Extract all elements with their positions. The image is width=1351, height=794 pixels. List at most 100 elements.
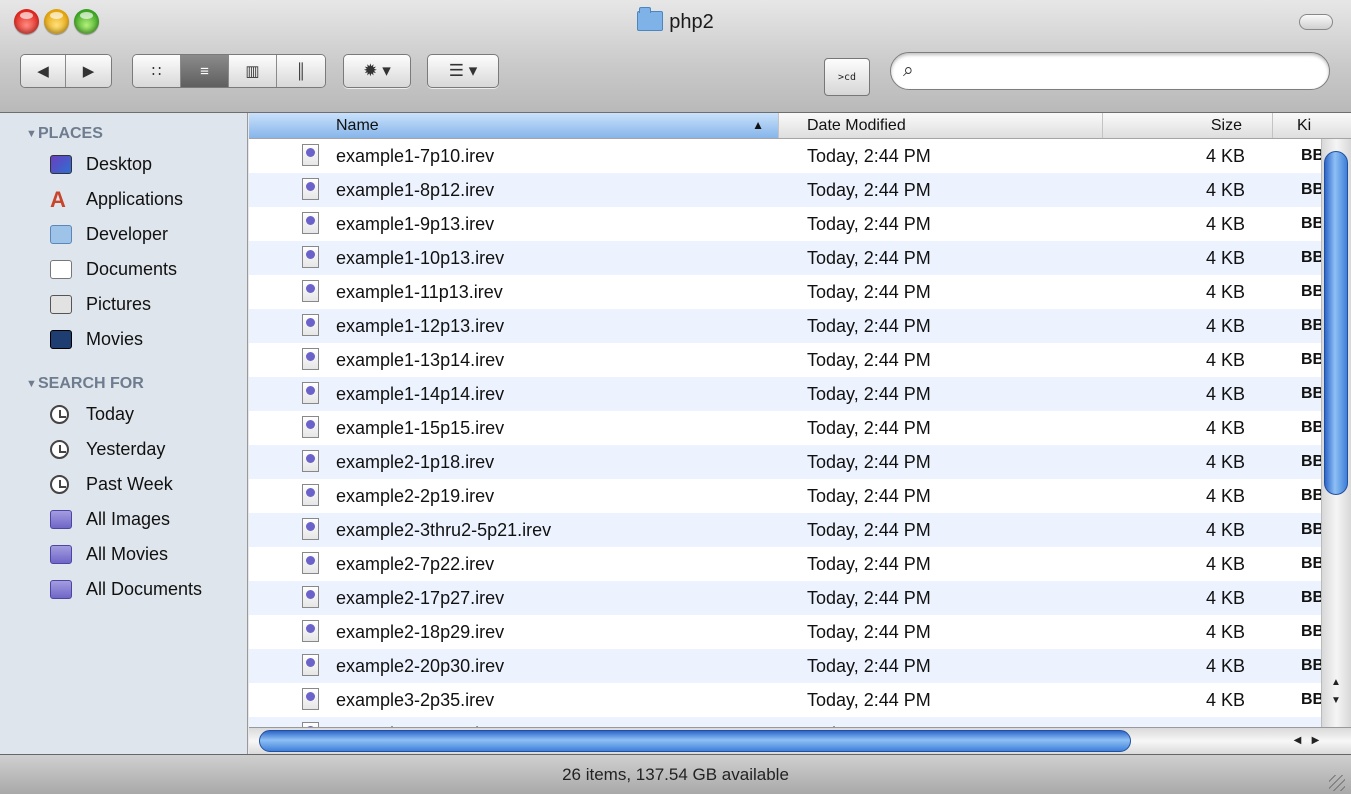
- sidebar: PLACES Desktop AApplications Developer D…: [0, 113, 248, 754]
- scroll-down-arrow-icon[interactable]: ▼: [1322, 692, 1350, 709]
- table-row[interactable]: example1-10p13.irev Today, 2:44 PM 4 KB BB: [249, 241, 1321, 275]
- sidebar-item-past-week[interactable]: Past Week: [0, 467, 247, 502]
- file-name: example1-12p13.irev: [336, 316, 505, 336]
- file-name: example1-15p15.irev: [336, 418, 505, 438]
- file-kind: BB: [1301, 147, 1321, 164]
- file-date-modified: Today, 2:44 PM: [807, 248, 931, 268]
- file-kind: BB: [1301, 283, 1321, 300]
- table-row[interactable]: example1-12p13.irev Today, 2:44 PM 4 KB BB: [249, 309, 1321, 343]
- search-field[interactable]: ⌕: [890, 52, 1330, 90]
- smart-folder-icon: [50, 510, 72, 529]
- file-size: 4 KB: [1205, 316, 1245, 336]
- table-row[interactable]: example2-2p19.irev Today, 2:44 PM 4 KB BB: [249, 479, 1321, 513]
- sidebar-item-all-movies[interactable]: All Movies: [0, 537, 247, 572]
- table-row[interactable]: example2-7p22.irev Today, 2:44 PM 4 KB BB: [249, 547, 1321, 581]
- list-view-button[interactable]: ≡: [181, 55, 229, 87]
- irev-file-icon: [302, 450, 319, 472]
- sidebar-item-documents[interactable]: Documents: [0, 252, 247, 287]
- file-date-modified: Today, 2:44 PM: [807, 452, 931, 472]
- applications-icon: A: [50, 187, 66, 212]
- file-date-modified: Today, 2:44 PM: [807, 418, 931, 438]
- file-name: example1-7p10.irev: [336, 146, 495, 166]
- sidebar-item-desktop[interactable]: Desktop: [0, 147, 247, 182]
- table-row[interactable]: example2-18p29.irev Today, 2:44 PM 4 KB BB: [249, 615, 1321, 649]
- table-row[interactable]: example1-9p13.irev Today, 2:44 PM 4 KB BB: [249, 207, 1321, 241]
- file-name: example2-1p18.irev: [336, 452, 495, 472]
- back-button[interactable]: ◀: [21, 55, 66, 87]
- horizontal-scrollbar[interactable]: ◀ ▶: [249, 727, 1351, 754]
- file-name: example2-17p27.irev: [336, 588, 505, 608]
- irev-file-icon: [302, 348, 319, 370]
- table-row[interactable]: example1-13p14.irev Today, 2:44 PM 4 KB BB: [249, 343, 1321, 377]
- sidebar-item-movies[interactable]: Movies: [0, 322, 247, 357]
- file-date-modified: Today, 2:44 PM: [807, 282, 931, 302]
- file-size: 4 KB: [1205, 248, 1245, 268]
- sidebar-item-all-documents[interactable]: All Documents: [0, 572, 247, 607]
- horizontal-scroll-thumb[interactable]: [259, 730, 1131, 752]
- vertical-scrollbar[interactable]: ▲ ▼: [1321, 139, 1351, 727]
- window-title: php2: [0, 7, 1351, 34]
- table-row[interactable]: example1-7p10.irev Today, 2:44 PM 4 KB BB: [249, 139, 1321, 173]
- irev-file-icon: [302, 314, 319, 336]
- file-kind: BB: [1301, 555, 1321, 572]
- resize-grip-icon[interactable]: [1329, 775, 1345, 791]
- file-date-modified: Today, 2:44 PM: [807, 350, 931, 370]
- status-text: 26 items, 137.54 GB available: [562, 765, 789, 784]
- action-menu-button[interactable]: ✹ ▾: [343, 54, 411, 88]
- table-row[interactable]: example2-20p30.irev Today, 2:44 PM 4 KB BB: [249, 649, 1321, 683]
- sidebar-item-all-images[interactable]: All Images: [0, 502, 247, 537]
- file-size: 4 KB: [1205, 554, 1245, 574]
- table-row[interactable]: example1-11p13.irev Today, 2:44 PM 4 KB BB: [249, 275, 1321, 309]
- file-date-modified: Today, 2:44 PM: [807, 656, 931, 676]
- file-kind: BB: [1301, 453, 1321, 470]
- search-for-header[interactable]: SEARCH FOR: [0, 371, 247, 397]
- table-row[interactable]: example2-1p18.irev Today, 2:44 PM 4 KB BB: [249, 445, 1321, 479]
- scroll-left-arrow-icon[interactable]: ◀: [1289, 730, 1306, 752]
- column-header-size[interactable]: Size: [1103, 113, 1273, 138]
- file-name: example3-2p35.irev: [336, 690, 495, 710]
- cover-flow-button[interactable]: ║: [277, 55, 325, 87]
- table-row[interactable]: example2-17p27.irev Today, 2:44 PM 4 KB BB: [249, 581, 1321, 615]
- column-header-kind[interactable]: Ki: [1273, 113, 1351, 138]
- icon-view-button[interactable]: ∷: [133, 55, 181, 87]
- sidebar-item-yesterday[interactable]: Yesterday: [0, 432, 247, 467]
- vertical-scroll-thumb[interactable]: [1324, 151, 1348, 495]
- file-size: 4 KB: [1205, 588, 1245, 608]
- sidebar-item-developer[interactable]: Developer: [0, 217, 247, 252]
- search-input[interactable]: [931, 59, 1315, 85]
- back-forward-control: ◀ ▶: [20, 54, 112, 88]
- table-row[interactable]: example3-15p42.irev Today, 2:44 PM 4 KB BB: [249, 717, 1321, 727]
- column-view-button[interactable]: ▥: [229, 55, 277, 87]
- scroll-right-arrow-icon[interactable]: ▶: [1307, 730, 1324, 752]
- table-row[interactable]: example1-8p12.irev Today, 2:44 PM 4 KB BB: [249, 173, 1321, 207]
- file-date-modified: Today, 2:44 PM: [807, 146, 931, 166]
- arrange-menu-button[interactable]: ☰ ▾: [427, 54, 499, 88]
- toolbar-toggle-button[interactable]: [1299, 14, 1333, 30]
- sidebar-item-applications[interactable]: A Applications: [0, 182, 247, 217]
- table-row[interactable]: example3-2p35.irev Today, 2:44 PM 4 KB BB: [249, 683, 1321, 717]
- table-row[interactable]: example1-14p14.irev Today, 2:44 PM 4 KB BB: [249, 377, 1321, 411]
- file-name: example1-11p13.irev: [336, 282, 503, 302]
- file-kind: BB: [1301, 691, 1321, 708]
- file-name: example3-15p42.irev: [336, 717, 504, 727]
- cd-to-button[interactable]: >cd: [824, 58, 870, 96]
- column-header-date-modified[interactable]: Date Modified: [779, 113, 1103, 138]
- back-arrow-icon: ◀: [37, 63, 49, 80]
- forward-arrow-icon: ▶: [82, 63, 95, 80]
- column-header-name[interactable]: Name ▲: [249, 113, 779, 138]
- irev-file-icon: [302, 246, 319, 268]
- file-size: 4 KB: [1205, 622, 1245, 642]
- file-kind: BB: [1301, 589, 1321, 606]
- file-date-modified: Today, 2:44 PM: [807, 588, 931, 608]
- column-header-bar: Name ▲ Date Modified Size Ki: [249, 113, 1351, 139]
- places-header[interactable]: PLACES: [0, 121, 247, 147]
- file-name: example1-9p13.irev: [336, 214, 495, 234]
- file-size: 4 KB: [1205, 282, 1245, 302]
- sidebar-item-pictures[interactable]: Pictures: [0, 287, 247, 322]
- scroll-up-arrow-icon[interactable]: ▲: [1322, 674, 1350, 691]
- file-size: 4 KB: [1205, 486, 1245, 506]
- sidebar-item-today[interactable]: Today: [0, 397, 247, 432]
- table-row[interactable]: example1-15p15.irev Today, 2:44 PM 4 KB BB: [249, 411, 1321, 445]
- table-row[interactable]: example2-3thru2-5p21.irev Today, 2:44 PM 4…: [249, 513, 1321, 547]
- forward-button[interactable]: ▶: [66, 55, 111, 87]
